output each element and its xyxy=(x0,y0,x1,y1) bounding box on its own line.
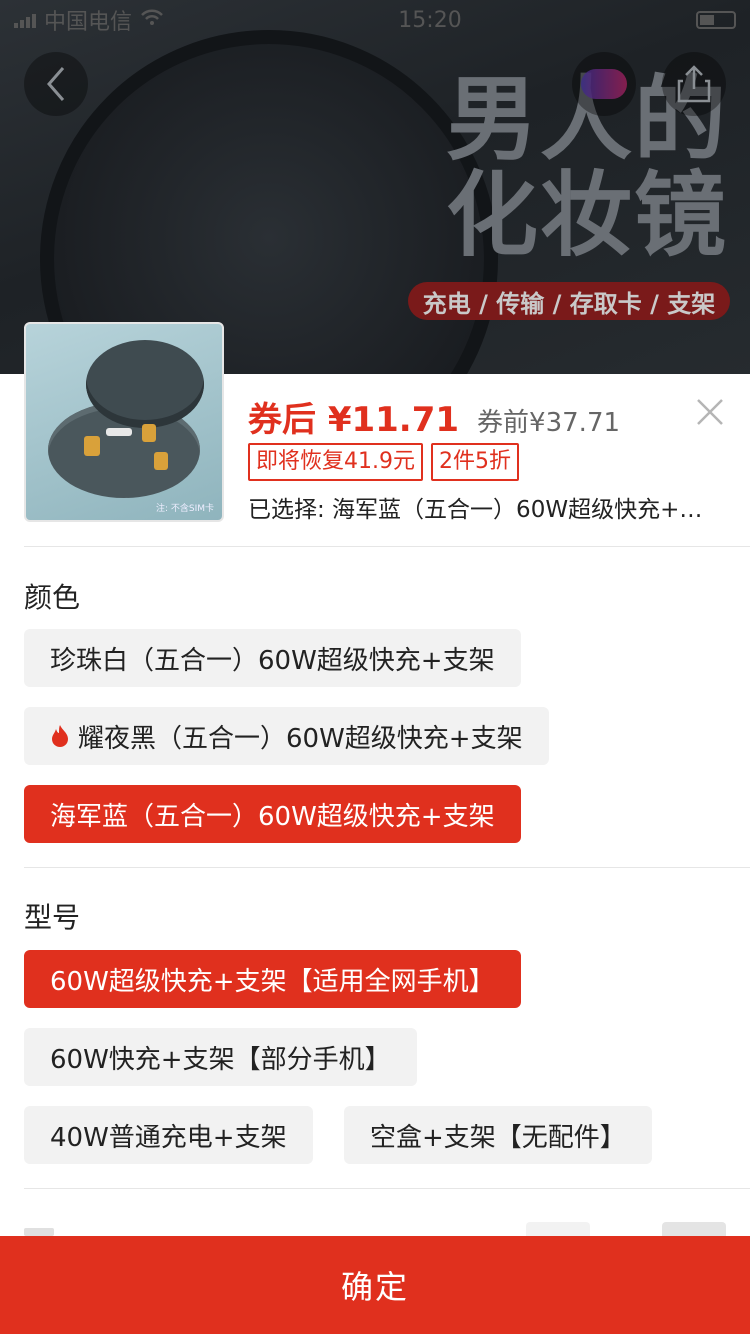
option-label: 空盒+支架【无配件】 xyxy=(370,1122,626,1153)
close-icon[interactable] xyxy=(692,394,728,430)
original-price: 券前¥37.71 xyxy=(477,408,621,438)
color-option-night-black[interactable]: 耀夜黑（五合一）60W超级快充+支架 xyxy=(24,707,549,765)
clock: 15:20 xyxy=(398,7,462,33)
divider xyxy=(24,1188,750,1189)
price-row: 券后 ¥11.71 券前¥37.71 xyxy=(248,392,620,441)
hero-headline-line2: 化妆镜 xyxy=(445,162,728,269)
color-option-pearl-white[interactable]: 珍珠白（五合一）60W超级快充+支架 xyxy=(24,629,521,687)
promo-tags: 即将恢复41.9元 2件5折 xyxy=(248,443,519,481)
color-section-title: 颜色 xyxy=(24,581,81,614)
chevron-left-icon xyxy=(47,67,65,101)
thumb-card xyxy=(142,424,156,442)
divider xyxy=(24,546,750,547)
option-label: 60W快充+支架【部分手机】 xyxy=(50,1044,391,1075)
selected-summary: 已选择: 海军蓝（五合一）60W超级快充+支架 60W超级快充+支架【适用全网手… xyxy=(248,497,722,523)
option-label: 40W普通充电+支架 xyxy=(50,1122,287,1153)
share-button[interactable] xyxy=(662,52,726,116)
option-label: 海军蓝（五合一）60W超级快充+支架 xyxy=(50,801,495,832)
option-label: 耀夜黑（五合一）60W超级快充+支架 xyxy=(78,723,523,754)
coupon-price: 券后 ¥11.71 xyxy=(248,400,460,440)
battery-icon xyxy=(695,11,736,29)
thumb-case-lid xyxy=(86,340,204,428)
back-button[interactable] xyxy=(24,52,88,116)
model-option-empty-box[interactable]: 空盒+支架【无配件】 xyxy=(344,1106,652,1164)
divider xyxy=(24,867,750,868)
favorite-button[interactable] xyxy=(572,52,636,116)
fire-icon xyxy=(52,725,68,747)
thumb-card xyxy=(84,436,100,456)
option-label: 珍珠白（五合一）60W超级快充+支架 xyxy=(50,645,495,676)
thumb-note: 注: 不含SIM卡 xyxy=(155,504,214,514)
share-icon xyxy=(677,65,711,103)
option-label: 60W超级快充+支架【适用全网手机】 xyxy=(50,966,495,997)
thumb-adapter xyxy=(106,428,132,436)
hero-tagline: 充电 / 传输 / 存取卡 / 支架 xyxy=(408,282,730,320)
product-thumbnail[interactable]: 注: 不含SIM卡 xyxy=(24,322,224,522)
thumb-card xyxy=(154,452,168,470)
signal-icon xyxy=(14,12,36,28)
color-option-navy-blue[interactable]: 海军蓝（五合一）60W超级快充+支架 xyxy=(24,785,521,843)
promo-tag: 2件5折 xyxy=(431,443,519,481)
favorite-icon xyxy=(581,69,627,99)
carrier-label: 中国电信 xyxy=(44,10,133,35)
promo-tag: 即将恢复41.9元 xyxy=(248,443,423,481)
model-option-60w[interactable]: 60W快充+支架【部分手机】 xyxy=(24,1028,417,1086)
quantity-label xyxy=(24,1228,54,1236)
model-option-40w[interactable]: 40W普通充电+支架 xyxy=(24,1106,313,1164)
status-bar: 中国电信 15:20 xyxy=(0,0,750,40)
confirm-button[interactable]: 确定 xyxy=(0,1236,750,1334)
model-option-60w-super[interactable]: 60W超级快充+支架【适用全网手机】 xyxy=(24,950,521,1008)
model-section-title: 型号 xyxy=(24,901,81,934)
wifi-icon xyxy=(140,8,164,33)
